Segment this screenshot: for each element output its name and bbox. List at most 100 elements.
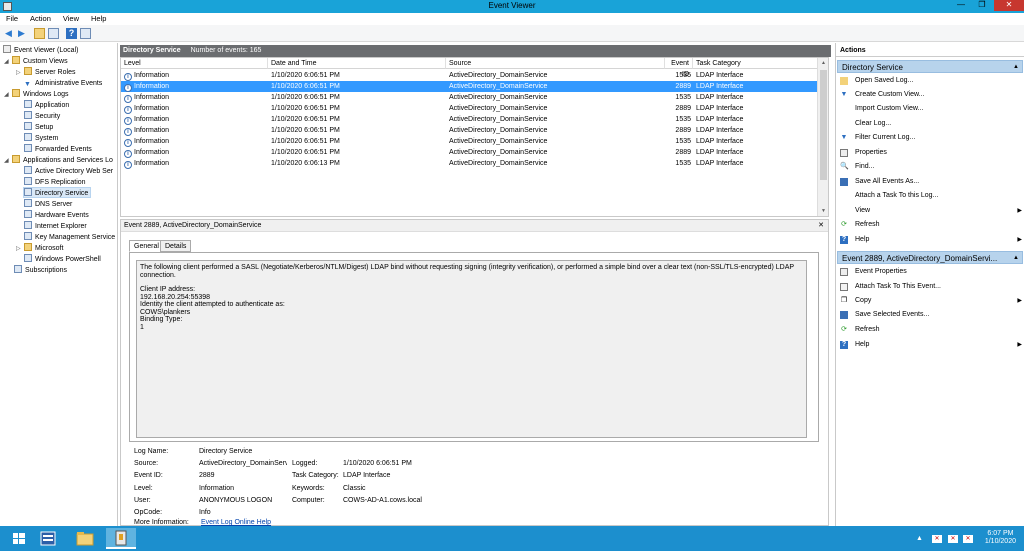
back-arrow-icon[interactable]: ◀ — [3, 28, 14, 39]
scroll-down-icon[interactable]: ▼ — [818, 206, 828, 216]
column-source[interactable]: Source — [446, 58, 665, 69]
start-icon[interactable] — [4, 528, 34, 549]
close-button[interactable]: ✕ — [994, 0, 1024, 11]
save-icon — [840, 178, 848, 186]
menu-file[interactable]: File — [2, 13, 22, 24]
table-row[interactable]: i Information 1/10/2020 6:06:51 PM Active… — [121, 103, 818, 114]
column-level[interactable]: Level — [121, 58, 268, 69]
window-title: Event Viewer — [488, 1, 536, 10]
collapse-up-icon[interactable]: ▲ — [1013, 252, 1019, 263]
tree-item-applications-and-services[interactable]: ◢ Applications and Services Lo — [4, 155, 113, 166]
tree-item-setup[interactable]: Setup — [24, 122, 53, 133]
network-icon[interactable]: ✕ — [932, 535, 942, 543]
table-row[interactable]: i Information 1/10/2020 6:06:51 PM Active… — [121, 81, 818, 92]
tree-item-microsoft[interactable]: ▷ Microsoft — [16, 243, 63, 254]
tab-general[interactable]: General — [129, 240, 164, 252]
event-viewer-taskbar-icon[interactable] — [106, 528, 136, 549]
action-open-saved-log[interactable]: Open Saved Log... — [840, 75, 1022, 87]
action-import-custom-view[interactable]: Import Custom View... — [840, 103, 1022, 115]
table-row[interactable]: i Information 1/10/2020 6:06:51 PM Active… — [121, 114, 818, 125]
action-create-custom-view[interactable]: ▼ Create Custom View... — [840, 89, 1022, 101]
column-task-category[interactable]: Task Category — [693, 58, 818, 69]
action-save-selected-events[interactable]: Save Selected Events... — [840, 309, 1022, 321]
action-properties[interactable]: Properties — [840, 147, 1022, 159]
event-list-scrollbar[interactable]: ▲ ▼ — [817, 58, 828, 216]
action-help-event[interactable]: ? Help ▶ — [840, 339, 1022, 351]
expand-icon[interactable]: ▷ — [16, 68, 24, 79]
tree-item-key-management-service[interactable]: Key Management Service — [24, 232, 115, 243]
menu-help[interactable]: Help — [87, 13, 110, 24]
tree-item-server-roles[interactable]: ▷ Server Roles — [16, 67, 75, 78]
tree-item-internet-explorer[interactable]: Internet Explorer — [24, 221, 87, 232]
tree-item-directory-service[interactable]: Directory Service — [23, 187, 92, 198]
tab-details[interactable]: Details — [160, 240, 192, 252]
table-row[interactable]: i Information 1/10/2020 6:06:51 PM Active… — [121, 70, 818, 81]
folder-up-icon[interactable] — [34, 28, 45, 39]
server-manager-icon[interactable] — [33, 528, 63, 549]
tree-item-dns-server[interactable]: DNS Server — [24, 199, 72, 210]
tree-item-windows-powershell[interactable]: Windows PowerShell — [24, 254, 101, 265]
tree-item-event-viewer-local[interactable]: Event Viewer (Local) — [3, 45, 78, 56]
system-clock[interactable]: 6:07 PM 1/10/2020 — [985, 530, 1016, 546]
action-save-all-events-as[interactable]: Save All Events As... — [840, 176, 1022, 188]
tree-item-custom-views[interactable]: ◢ Custom Views — [4, 56, 68, 67]
action-refresh-event[interactable]: ⟳ Refresh — [840, 324, 1022, 336]
tree-item-application[interactable]: Application — [24, 100, 69, 111]
action-attach-task-to-event[interactable]: Attach Task To This Event... — [840, 281, 1022, 293]
restore-button[interactable]: ❐ — [973, 0, 991, 11]
column-date-time[interactable]: Date and Time — [268, 58, 446, 69]
help-icon: ? — [840, 236, 848, 244]
action-view[interactable]: View ▶ — [840, 205, 1022, 217]
menu-action[interactable]: Action — [26, 13, 55, 24]
scroll-up-icon[interactable]: ▲ — [818, 58, 828, 68]
tree-item-forwarded-events[interactable]: Forwarded Events — [24, 144, 92, 155]
action-pane-icon[interactable] — [80, 28, 91, 39]
flag-icon[interactable]: ✕ — [948, 535, 958, 543]
action-refresh[interactable]: ⟳ Refresh — [840, 219, 1022, 231]
collapse-icon[interactable]: ◢ — [4, 156, 12, 167]
console-tree-icon[interactable] — [48, 28, 59, 39]
tree-item-subscriptions[interactable]: Subscriptions — [14, 265, 67, 276]
collapse-icon[interactable]: ◢ — [4, 57, 12, 68]
table-row[interactable]: i Information 1/10/2020 6:06:51 PM Active… — [121, 92, 818, 103]
forward-arrow-icon[interactable]: ▶ — [16, 28, 27, 39]
action-copy[interactable]: ❐ Copy ▶ — [840, 295, 1022, 307]
collapse-up-icon[interactable]: ▲ — [1013, 61, 1019, 72]
actions-section-directory-service[interactable]: Directory Service ▲ — [837, 60, 1023, 73]
action-clear-log[interactable]: Clear Log... — [840, 118, 1022, 130]
event-list[interactable]: Level Date and Time Source Event ID Task… — [120, 57, 829, 217]
collapse-icon[interactable]: ◢ — [4, 90, 12, 101]
help-icon[interactable]: ? — [66, 28, 77, 39]
tree-item-hardware-events[interactable]: Hardware Events — [24, 210, 89, 221]
tree-item-windows-logs[interactable]: ◢ Windows Logs — [4, 89, 69, 100]
scroll-thumb[interactable] — [820, 70, 827, 180]
action-find[interactable]: 🔍 Find... — [840, 161, 1022, 173]
tree-item-administrative-events[interactable]: ▼ Administrative Events — [24, 78, 102, 89]
table-row[interactable]: i Information 1/10/2020 6:06:51 PM Active… — [121, 125, 818, 136]
actions-title: Actions — [836, 45, 1024, 57]
tree-item-security[interactable]: Security — [24, 111, 60, 122]
action-help[interactable]: ? Help ▶ — [840, 234, 1022, 246]
table-row[interactable]: i Information 1/10/2020 6:06:13 PM Active… — [121, 158, 818, 169]
actions-section-event[interactable]: Event 2889, ActiveDirectory_DomainServi.… — [837, 251, 1023, 264]
menu-view[interactable]: View — [59, 13, 83, 24]
minimize-button[interactable]: — — [952, 0, 970, 11]
file-explorer-icon[interactable] — [70, 528, 100, 549]
action-attach-task-to-log[interactable]: Attach a Task To this Log... — [840, 190, 1022, 202]
tray-up-arrow-icon[interactable]: ▲ — [916, 535, 923, 542]
action-filter-current-log[interactable]: ▼ Filter Current Log... — [840, 132, 1022, 144]
tree-item-system[interactable]: System — [24, 133, 58, 144]
close-icon[interactable]: ✕ — [818, 220, 824, 232]
information-icon: i — [124, 161, 132, 169]
table-row[interactable]: i Information 1/10/2020 6:06:51 PM Active… — [121, 147, 818, 158]
event-description[interactable]: The following client performed a SASL (N… — [136, 260, 807, 438]
submenu-arrow-icon: ▶ — [1017, 342, 1022, 348]
expand-icon[interactable]: ▷ — [16, 244, 24, 255]
clock-date: 1/10/2020 — [984, 538, 1016, 545]
tree-item-active-directory-web-services[interactable]: Active Directory Web Ser — [24, 166, 113, 177]
table-row[interactable]: i Information 1/10/2020 6:06:51 PM Active… — [121, 136, 818, 147]
log-icon — [24, 188, 32, 196]
speaker-icon[interactable]: ✕ — [963, 535, 973, 543]
action-event-properties[interactable]: Event Properties — [840, 266, 1022, 278]
column-event-id[interactable]: Event ID — [665, 58, 693, 78]
